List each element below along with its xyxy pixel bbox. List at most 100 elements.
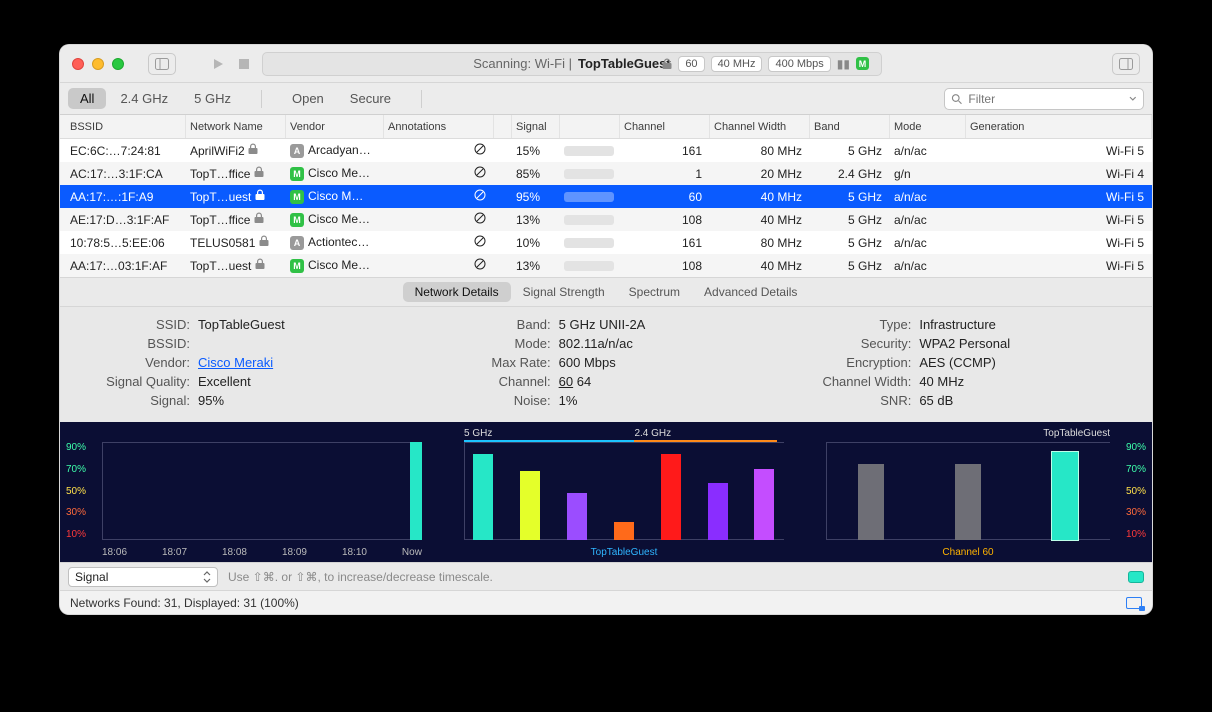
cell-bssid: 10:78:5…5:EE:06 [66,236,186,250]
chart-bar [754,469,774,540]
col-bssid[interactable]: BSSID [66,115,186,138]
search-input[interactable] [966,91,1125,107]
cell-signal-pct: 85% [512,167,560,181]
lbl-band: Band: [441,317,551,332]
col-width[interactable]: Channel Width [710,115,810,138]
cell-signal-bar [560,167,620,181]
cell-bssid: AC:17:…3:1F:CA [66,167,186,181]
lbl-bssid: BSSID: [80,336,190,351]
col-band[interactable]: Band [810,115,890,138]
view-mode-button[interactable] [1112,53,1140,75]
col-gen[interactable]: Generation [966,115,1152,138]
minimize-window-button[interactable] [92,58,104,70]
y-axis-label: 70% [66,464,86,475]
tab-spectrum[interactable]: Spectrum [617,282,692,302]
lbl-mode: Mode: [441,336,551,351]
play-scan-button[interactable] [210,53,226,75]
col-annot[interactable]: Annotations [384,115,494,138]
zoom-window-button[interactable] [112,58,124,70]
table-row[interactable]: AA:17:…:1F:A9TopT…uest MCisco M…95%6040 … [60,185,1152,208]
cell-width: 40 MHz [710,213,810,227]
col-signal[interactable]: Signal [512,115,560,138]
cell-mode: a/n/ac [890,190,966,204]
scanning-ssid: TopTableGuest [578,56,671,71]
lock-icon [255,259,265,273]
cell-mode: a/n/ac [890,236,966,250]
x-axis-label: 18:10 [342,547,367,558]
cell-signal-bar [560,213,620,227]
band-filter-segment: All 2.4 GHz 5 GHz [68,88,243,109]
close-window-button[interactable] [72,58,84,70]
wifi-explorer-window: Scanning: Wi-Fi | TopTableGuest 60 40 MH… [59,44,1153,615]
tab-network-details[interactable]: Network Details [403,282,511,302]
search-icon [951,93,962,105]
cell-name: TopT…uest [186,189,286,204]
stop-scan-button[interactable] [236,53,252,75]
lbl-chwidth: Channel Width: [801,374,911,389]
y-axis-label: 50% [66,486,86,497]
x-axis-label: 18:09 [282,547,307,558]
cell-band: 5 GHz [810,144,890,158]
metric-dropdown[interactable]: Signal [68,567,218,587]
cell-vendor: AActiontec… [286,235,384,250]
sidebar-toggle-button[interactable] [148,53,176,75]
filter-all[interactable]: All [68,88,106,109]
divider [261,90,262,108]
vendor-badge-icon: A [290,144,304,158]
col-vendor[interactable]: Vendor [286,115,384,138]
filter-bar: All 2.4 GHz 5 GHz Open Secure [60,83,1152,115]
col-mode[interactable]: Mode [890,115,966,138]
val-vendor-link[interactable]: Cisco Meraki [198,355,273,370]
table-row[interactable]: AA:17:…03:1F:AFTopT…uest MCisco Me…13%10… [60,254,1152,277]
series-color-chip[interactable] [1128,571,1144,583]
cell-bssid: AA:17:…:1F:A9 [66,190,186,204]
search-field[interactable] [944,88,1144,110]
cell-signal-pct: 10% [512,236,560,250]
col-name[interactable]: Network Name [186,115,286,138]
y-axis-label: 10% [1126,529,1146,540]
lock-icon [254,167,264,181]
cell-mode: g/n [890,167,966,181]
filter-open[interactable]: Open [280,88,336,109]
networks-table: BSSID Network Name Vendor Annotations Si… [60,115,1152,277]
chart-bar [1052,452,1078,540]
vendor-badge-icon: M [290,213,304,227]
val-encryption: AES (CCMP) [919,355,996,370]
tab-advanced-details[interactable]: Advanced Details [692,282,809,302]
lbl-maxrate: Max Rate: [441,355,551,370]
col-channel[interactable]: Channel [620,115,710,138]
tab-signal-strength[interactable]: Signal Strength [511,282,617,302]
chevron-down-icon[interactable] [1129,95,1137,103]
table-row[interactable]: 10:78:5…5:EE:06TELUS0581 AActiontec…10%1… [60,231,1152,254]
table-row[interactable]: AC:17:…3:1F:CATopT…ffice MCisco Me…85%12… [60,162,1152,185]
table-row[interactable]: AE:17:D…3:1F:AFTopT…ffice MCisco Me…13%1… [60,208,1152,231]
cell-band: 5 GHz [810,236,890,250]
cell-name: TopT…ffice [186,212,286,227]
chart-bar [955,464,981,540]
vendor-badge-icon: A [290,236,304,250]
lock-icon [662,58,672,70]
vendor-badge-icon: M [290,167,304,181]
divider [421,90,422,108]
cell-annot [384,189,494,204]
cell-channel: 161 [620,236,710,250]
filter-24ghz[interactable]: 2.4 GHz [108,88,180,109]
status-bar: Networks Found: 31, Displayed: 31 (100%) [60,590,1152,614]
val-mode: 802.11a/n/ac [559,336,633,351]
y-axis-label: 70% [1126,464,1146,475]
x-axis-label: 18:06 [102,547,127,558]
screen-icon[interactable] [1126,597,1142,609]
val-noise: 1% [559,393,578,408]
table-row[interactable]: EC:6C:…7:24:81AprilWiFi2 AArcadyan…15%16… [60,139,1152,162]
cell-annot [384,212,494,227]
cell-signal-pct: 13% [512,213,560,227]
filter-5ghz[interactable]: 5 GHz [182,88,243,109]
table-header: BSSID Network Name Vendor Annotations Si… [60,115,1152,139]
network-details: SSID:TopTableGuest Band:5 GHz UNII-2A Ty… [60,307,1152,422]
chart3-title: TopTableGuest [1043,428,1110,439]
cell-vendor: MCisco Me… [286,212,384,227]
cell-channel: 60 [620,190,710,204]
chart-bar [473,454,493,540]
filter-secure[interactable]: Secure [338,88,403,109]
chart-panel-neighbors: 5 GHz 2.4 GHz TopTableGuest [428,428,784,562]
